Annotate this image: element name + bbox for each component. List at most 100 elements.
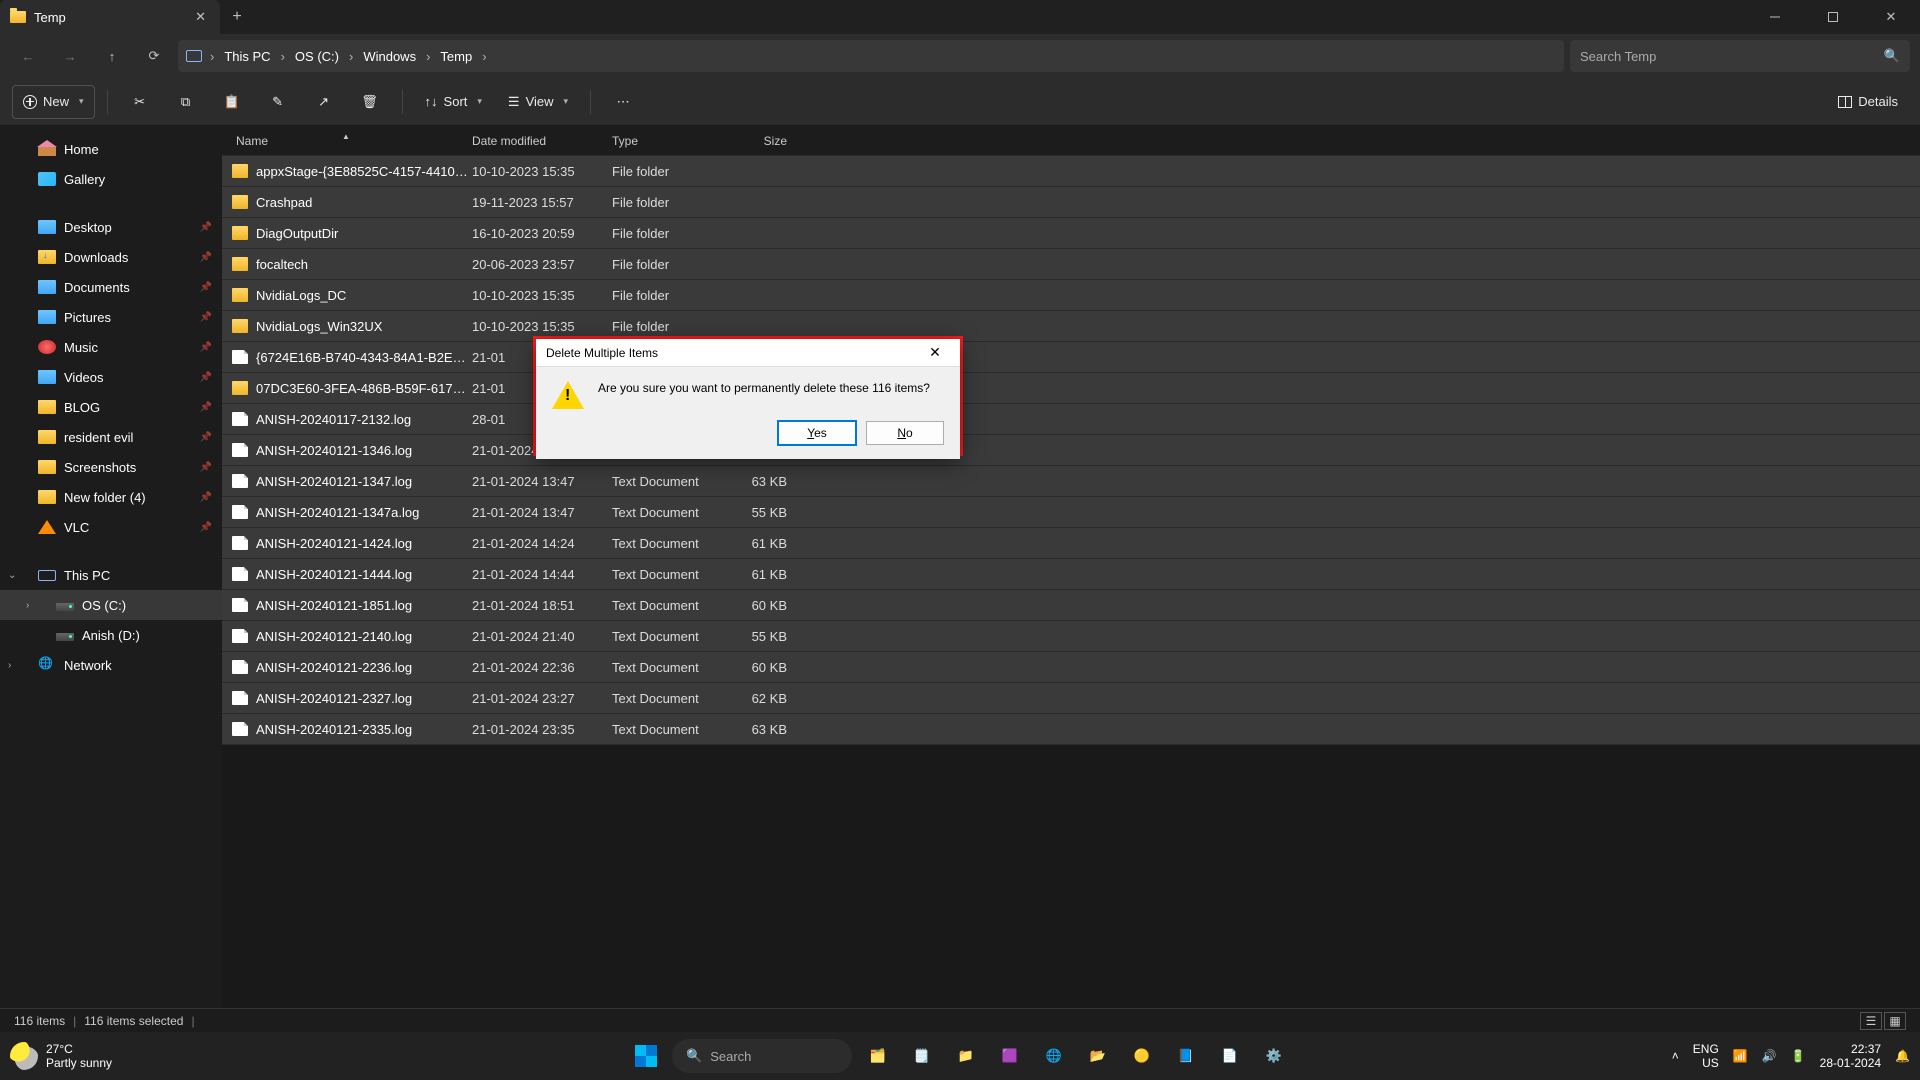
dialog-close-button[interactable]: ✕	[920, 341, 950, 365]
file-row[interactable]: ANISH-20240121-1347.log21-01-2024 13:47T…	[222, 466, 1920, 497]
nav-documents[interactable]: Documents📌	[0, 272, 222, 302]
minimize-button[interactable]	[1746, 0, 1804, 34]
file-date: 21-01-2024 23:27	[472, 691, 612, 706]
view-button[interactable]: ☰ View	[498, 85, 578, 119]
yes-button[interactable]: Yes	[778, 421, 856, 445]
chevron-right-icon[interactable]: ›	[26, 600, 29, 611]
file-row[interactable]: ANISH-20240121-2335.log21-01-2024 23:35T…	[222, 714, 1920, 745]
task-chrome[interactable]: 🟡	[1124, 1038, 1160, 1074]
more-button[interactable]: ⋯	[603, 85, 643, 119]
column-date[interactable]: Date modified	[472, 134, 612, 148]
file-row[interactable]: ANISH-20240121-1444.log21-01-2024 14:44T…	[222, 559, 1920, 590]
file-row[interactable]: ANISH-20240121-2140.log21-01-2024 21:40T…	[222, 621, 1920, 652]
column-size[interactable]: Size	[727, 134, 797, 148]
nav-gallery[interactable]: Gallery	[0, 164, 222, 194]
file-row[interactable]: ANISH-20240117-2132.log28-01	[222, 404, 1920, 435]
icons-view-button[interactable]: ▦	[1884, 1012, 1906, 1030]
column-name[interactable]: Name▲	[222, 134, 472, 148]
file-row[interactable]: ANISH-20240121-1851.log21-01-2024 18:51T…	[222, 590, 1920, 621]
file-row[interactable]: ANISH-20240121-2327.log21-01-2024 23:27T…	[222, 683, 1920, 714]
window-tab[interactable]: Temp ✕	[0, 0, 220, 34]
nav-home[interactable]: Home	[0, 134, 222, 164]
weather-widget[interactable]: 27°C Partly sunny	[10, 1042, 112, 1070]
nav-this-pc[interactable]: ⌄This PC	[0, 560, 222, 590]
language-indicator[interactable]: ENG US	[1693, 1042, 1719, 1070]
crumb-windows[interactable]: Windows	[357, 47, 422, 66]
file-row[interactable]: NvidiaLogs_Win32UX10-10-2023 15:35File f…	[222, 311, 1920, 342]
rename-button[interactable]: ✎	[258, 85, 298, 119]
nav-vlc[interactable]: VLC📌	[0, 512, 222, 542]
maximize-button[interactable]	[1804, 0, 1862, 34]
nav-downloads[interactable]: Downloads📌	[0, 242, 222, 272]
back-button[interactable]: ←	[10, 38, 46, 74]
nav-drive-d[interactable]: Anish (D:)	[0, 620, 222, 650]
breadcrumb[interactable]: › This PC › OS (C:) › Windows › Temp ›	[178, 40, 1564, 72]
task-explorer[interactable]: 📁	[948, 1038, 984, 1074]
battery-icon[interactable]: 🔋	[1791, 1049, 1806, 1063]
crumb-os-c[interactable]: OS (C:)	[289, 47, 345, 66]
delete-button[interactable]: 🗑	[350, 85, 390, 119]
file-row[interactable]: Crashpad19-11-2023 15:57File folder	[222, 187, 1920, 218]
file-row[interactable]: ANISH-20240121-1346.log21-01-2024 13:46T…	[222, 435, 1920, 466]
task-app-3[interactable]: 🟪	[992, 1038, 1028, 1074]
task-settings[interactable]: ⚙️	[1256, 1038, 1292, 1074]
nav-screenshots[interactable]: Screenshots📌	[0, 452, 222, 482]
start-button[interactable]	[628, 1038, 664, 1074]
details-view-button[interactable]: ☰	[1860, 1012, 1882, 1030]
details-pane-button[interactable]: Details	[1828, 85, 1908, 119]
nav-desktop[interactable]: Desktop📌	[0, 212, 222, 242]
file-row[interactable]: focaltech20-06-2023 23:57File folder	[222, 249, 1920, 280]
sort-button[interactable]: ↑↓ Sort	[415, 85, 492, 119]
chevron-right-icon[interactable]: ›	[8, 660, 11, 671]
clock[interactable]: 22:37 28-01-2024	[1820, 1042, 1881, 1070]
taskbar-search[interactable]: 🔍Search	[672, 1039, 852, 1073]
file-row[interactable]: NvidiaLogs_DC10-10-2023 15:35File folder	[222, 280, 1920, 311]
up-button[interactable]: ↑	[94, 38, 130, 74]
new-button[interactable]: New	[12, 85, 95, 119]
notifications-icon[interactable]: 🔔	[1895, 1049, 1910, 1063]
file-type: File folder	[612, 319, 727, 334]
tray-overflow-icon[interactable]: ˄	[1672, 1049, 1679, 1063]
nav-new-folder-4[interactable]: New folder (4)📌	[0, 482, 222, 512]
volume-icon[interactable]: 🔊	[1762, 1049, 1777, 1063]
weather-text: 27°C Partly sunny	[46, 1042, 112, 1070]
no-button[interactable]: No	[866, 421, 944, 445]
file-row[interactable]: ANISH-20240121-2236.log21-01-2024 22:36T…	[222, 652, 1920, 683]
copy-button[interactable]: ⧉	[166, 85, 206, 119]
search-input[interactable]: Search Temp 🔍	[1570, 40, 1910, 72]
tab-close-icon[interactable]: ✕	[195, 9, 206, 25]
file-size: 62 KB	[727, 691, 797, 706]
file-row[interactable]: ANISH-20240121-1424.log21-01-2024 14:24T…	[222, 528, 1920, 559]
nav-blog[interactable]: BLOG📌	[0, 392, 222, 422]
task-files[interactable]: 📂	[1080, 1038, 1116, 1074]
nav-pictures[interactable]: Pictures📌	[0, 302, 222, 332]
nav-drive-c[interactable]: ›OS (C:)	[0, 590, 222, 620]
column-type[interactable]: Type	[612, 134, 727, 148]
close-button[interactable]: ✕	[1862, 0, 1920, 34]
new-tab-button[interactable]: +	[220, 8, 254, 26]
nav-music[interactable]: Music📌	[0, 332, 222, 362]
share-button[interactable]: ↗	[304, 85, 344, 119]
refresh-button[interactable]: ⟳	[136, 38, 172, 74]
divider	[590, 90, 591, 114]
task-edge[interactable]: 🌐	[1036, 1038, 1072, 1074]
paste-button[interactable]: 📋	[212, 85, 252, 119]
forward-button[interactable]: →	[52, 38, 88, 74]
file-row[interactable]: 07DC3E60-3FEA-486B-B59F-6174965481...21-…	[222, 373, 1920, 404]
file-row[interactable]: appxStage-{3E88525C-4157-4410-8835-...10…	[222, 156, 1920, 187]
file-row[interactable]: {6724E16B-B740-4343-84A1-B2E337D83...21-…	[222, 342, 1920, 373]
wifi-icon[interactable]: 📶	[1733, 1049, 1748, 1063]
task-word[interactable]: 📘	[1168, 1038, 1204, 1074]
cut-button[interactable]: ✂	[120, 85, 160, 119]
task-app-2[interactable]: 🗒️	[904, 1038, 940, 1074]
nav-videos[interactable]: Videos📌	[0, 362, 222, 392]
chevron-down-icon[interactable]: ⌄	[8, 570, 16, 581]
file-row[interactable]: DiagOutputDir16-10-2023 20:59File folder	[222, 218, 1920, 249]
nav-resident-evil[interactable]: resident evil📌	[0, 422, 222, 452]
task-notepad[interactable]: 📄	[1212, 1038, 1248, 1074]
nav-network[interactable]: ›Network	[0, 650, 222, 680]
crumb-temp[interactable]: Temp	[434, 47, 478, 66]
crumb-this-pc[interactable]: This PC	[218, 47, 276, 66]
file-row[interactable]: ANISH-20240121-1347a.log21-01-2024 13:47…	[222, 497, 1920, 528]
task-app-1[interactable]: 🗂️	[860, 1038, 896, 1074]
